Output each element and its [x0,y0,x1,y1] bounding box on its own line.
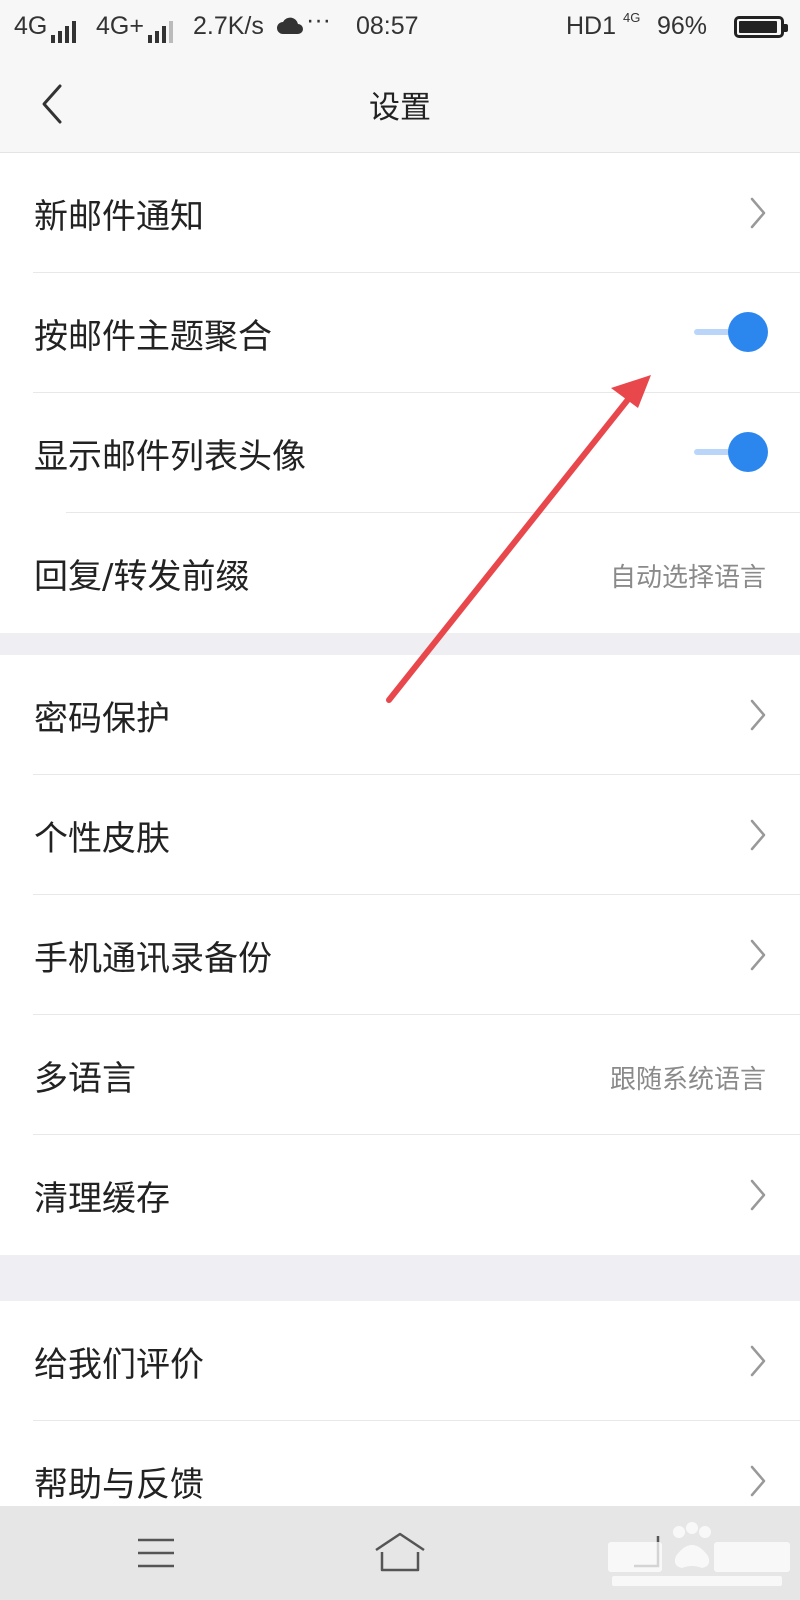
group-by-subject-toggle[interactable] [694,310,768,354]
battery-percent: 96% [657,12,708,40]
chevron-right-icon [750,1179,766,1211]
network-small: 4G [623,10,641,25]
network-indicator-2: 4G+ [96,12,178,43]
toggle-knob [728,432,768,472]
chevron-right-icon [750,699,766,731]
signal-icon [147,14,178,43]
battery-icon [734,16,788,38]
network-speed: 2.7K/s [193,12,264,40]
setting-row-reply-prefix[interactable]: 回复/转发前缀 自动选择语言 [0,513,800,633]
chevron-right-icon [750,819,766,851]
setting-label: 按邮件主题聚合 [34,317,272,357]
setting-label: 帮助与反馈 [34,1465,204,1505]
setting-value: 跟随系统语言 [609,1065,766,1095]
setting-label: 清理缓存 [34,1179,170,1219]
setting-row-group-by-subject: 按邮件主题聚合 [0,273,800,393]
hd-indicator: HD1 [566,12,617,40]
chevron-right-icon [750,1345,766,1377]
cloud-icon [276,14,304,43]
show-avatar-toggle[interactable] [694,430,768,474]
network-label: 4G [14,12,48,40]
setting-label: 密码保护 [34,699,170,739]
setting-row-contacts-backup[interactable]: 手机通讯录备份 [0,895,800,1015]
setting-label: 回复/转发前缀 [34,557,250,597]
chevron-right-icon [750,1465,766,1497]
setting-row-rate-us[interactable]: 给我们评价 [0,1301,800,1421]
setting-label: 显示邮件列表头像 [34,437,306,477]
setting-label: 个性皮肤 [34,819,170,859]
more-notifications: ··· [306,6,331,34]
signal-icon [51,14,81,43]
chevron-right-icon [750,939,766,971]
setting-row-language[interactable]: 多语言 跟随系统语言 [0,1015,800,1135]
section-gap [0,633,800,655]
setting-label: 新邮件通知 [34,197,204,237]
setting-label: 多语言 [34,1059,136,1099]
header-bar: 设置 [0,56,800,153]
setting-row-clear-cache[interactable]: 清理缓存 [0,1135,800,1255]
baidu-watermark-logo [608,1522,790,1586]
setting-row-show-avatar: 显示邮件列表头像 [0,393,800,513]
network-indicator-1: 4G [14,12,81,43]
setting-row-skin[interactable]: 个性皮肤 [0,775,800,895]
page-title: 设置 [369,90,431,126]
network-label: 4G+ [96,12,144,40]
toggle-knob [728,312,768,352]
setting-value: 自动选择语言 [609,563,766,593]
clock: 08:57 [356,12,419,40]
setting-row-new-mail-notify[interactable]: 新邮件通知 [0,153,800,273]
menu-icon[interactable] [136,1536,176,1570]
chevron-right-icon [750,197,766,229]
section-gap [0,1255,800,1301]
setting-label: 手机通讯录备份 [34,939,272,979]
home-icon[interactable] [372,1530,428,1574]
setting-row-password-protect[interactable]: 密码保护 [0,655,800,775]
setting-label: 给我们评价 [34,1345,204,1385]
status-bar: 4G 4G+ 2.7K/s ··· 08:57 HD1 4G 96% [0,0,800,56]
